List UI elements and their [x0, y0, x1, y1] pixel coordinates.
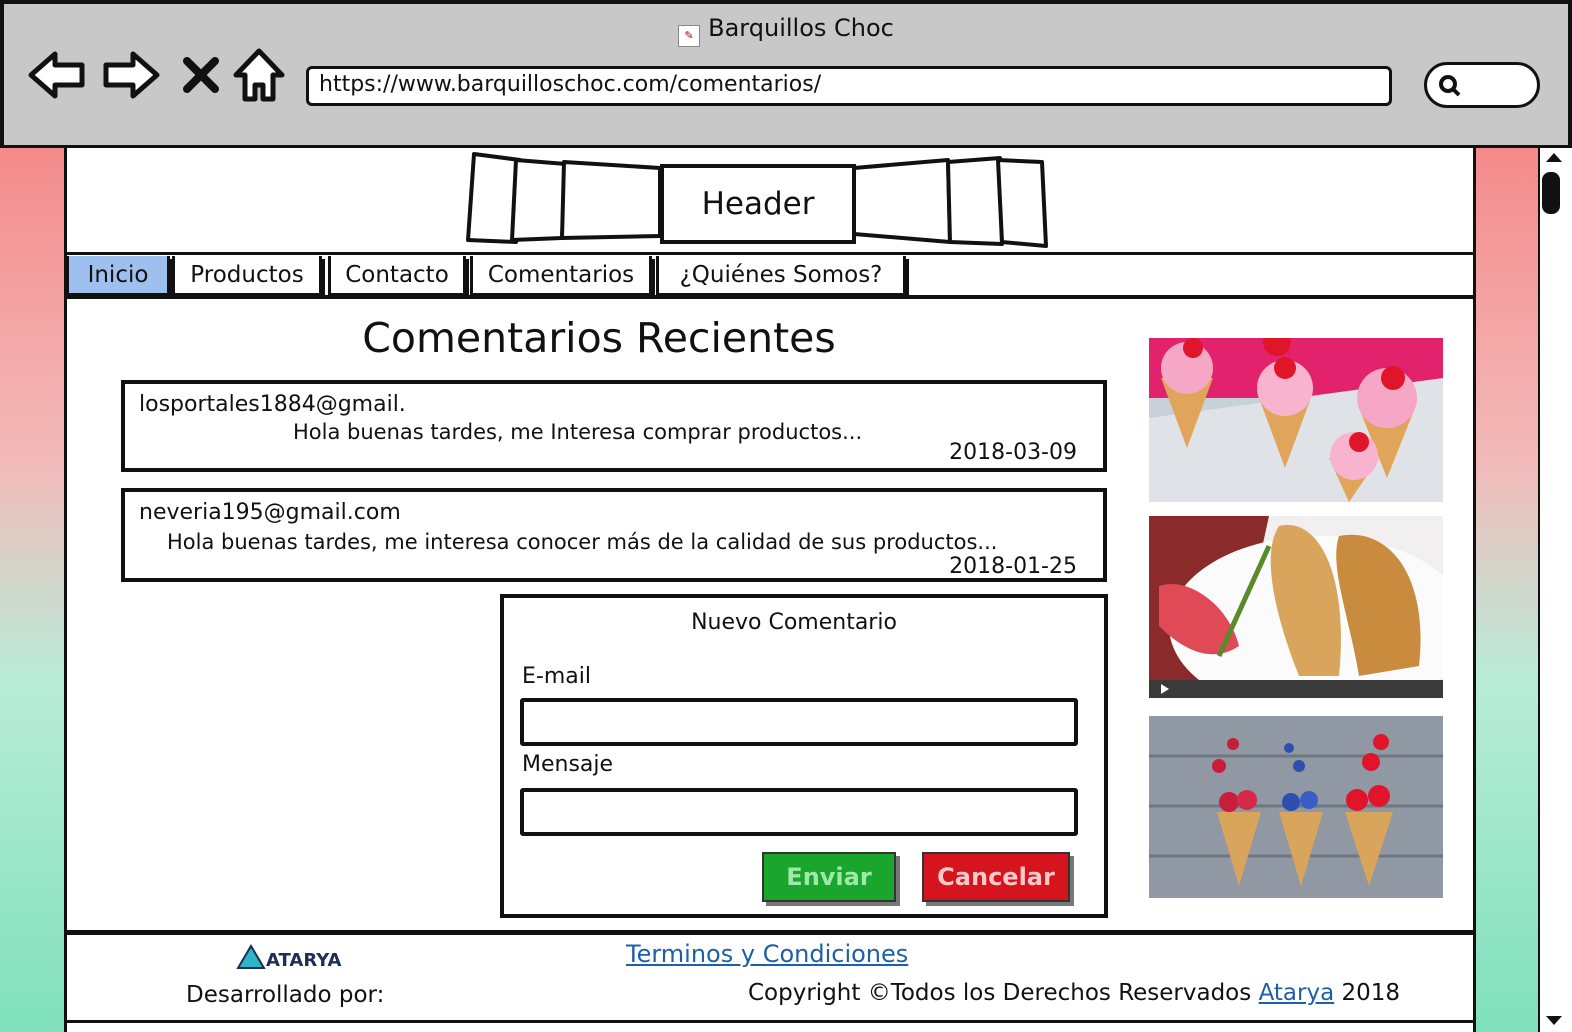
copyright-prefix: Copyright: [748, 980, 861, 1006]
comment-email: neveria195@gmail.com: [139, 500, 401, 525]
message-label: Mensaje: [522, 752, 614, 777]
stop-button[interactable]: [170, 44, 232, 106]
fruit-cones-image: [1149, 716, 1443, 898]
comment-card: neveria195@gmail.com Hola buenas tardes,…: [121, 488, 1107, 582]
logo-text: ATARYA: [266, 950, 342, 971]
forward-arrow-icon: [103, 51, 160, 99]
back-arrow-icon: [28, 51, 85, 99]
message-field[interactable]: [520, 788, 1078, 836]
search-icon: [1439, 75, 1461, 97]
company-link[interactable]: Atarya: [1259, 980, 1335, 1006]
send-button[interactable]: Enviar: [762, 852, 896, 902]
tab-inicio[interactable]: Inicio: [66, 256, 170, 296]
email-field[interactable]: [520, 698, 1078, 746]
window-title-text: Barquillos Choc: [708, 14, 894, 42]
tab-comentarios[interactable]: Comentarios: [470, 256, 652, 296]
scroll-up-icon: [1546, 153, 1562, 162]
window-title: ✎ Barquillos Choc: [0, 14, 1572, 47]
scrollbar[interactable]: [1538, 148, 1568, 1032]
comment-date: 2018-03-09: [949, 440, 1077, 465]
form-title: Nuevo Comentario: [691, 610, 897, 635]
email-label: E-mail: [522, 664, 591, 689]
logo-triangle-icon: [236, 944, 266, 969]
comment-text: Hola buenas tardes, me Interesa comprar …: [293, 420, 863, 444]
comment-text: Hola buenas tardes, me interesa conocer …: [167, 530, 998, 554]
copyright-body: Todos los Derechos Reservados: [890, 980, 1252, 1006]
cancel-button[interactable]: Cancelar: [922, 852, 1070, 902]
scroll-thumb[interactable]: [1542, 172, 1560, 214]
forward-button[interactable]: [100, 44, 162, 106]
footer-divider: [66, 930, 1474, 935]
header-placeholder: Header: [660, 164, 856, 244]
comment-email: losportales1884@gmail.: [139, 392, 406, 417]
close-icon: [183, 57, 219, 93]
copyright-text: Copyright ©Todos los Derechos Reservados…: [748, 980, 1400, 1006]
tab-productos[interactable]: Productos: [172, 256, 322, 296]
tab-contacto[interactable]: Contacto: [328, 256, 466, 296]
comment-card: losportales1884@gmail. Hola buenas tarde…: [121, 380, 1107, 472]
right-decor: [1476, 148, 1538, 1032]
url-field[interactable]: https://www.barquilloschoc.com/comentari…: [306, 66, 1392, 106]
rolled-crepes-image: [1149, 516, 1443, 698]
page-title: Comentarios Recientes: [362, 314, 836, 362]
favicon-icon: ✎: [678, 25, 701, 47]
terms-link[interactable]: Terminos y Condiciones: [626, 940, 908, 968]
home-icon: [233, 48, 285, 102]
copyright-icon: ©: [867, 980, 891, 1006]
cupcake-cones-image: [1149, 338, 1443, 502]
browser-search-field[interactable]: [1424, 62, 1540, 108]
developed-by-label: Desarrollado por:: [186, 982, 385, 1008]
home-button[interactable]: [228, 44, 290, 106]
tab-quienes-somos[interactable]: ¿Quiénes Somos?: [656, 256, 906, 296]
copyright-year: 2018: [1341, 980, 1401, 1006]
atarya-logo: ATARYA: [236, 944, 341, 971]
left-decor: [0, 148, 64, 1032]
back-button[interactable]: [26, 44, 88, 106]
scroll-down-icon: [1546, 1016, 1562, 1025]
comment-date: 2018-01-25: [949, 554, 1077, 579]
nav-border-top: [66, 252, 1474, 255]
page-bottom-border: [66, 1020, 1474, 1023]
